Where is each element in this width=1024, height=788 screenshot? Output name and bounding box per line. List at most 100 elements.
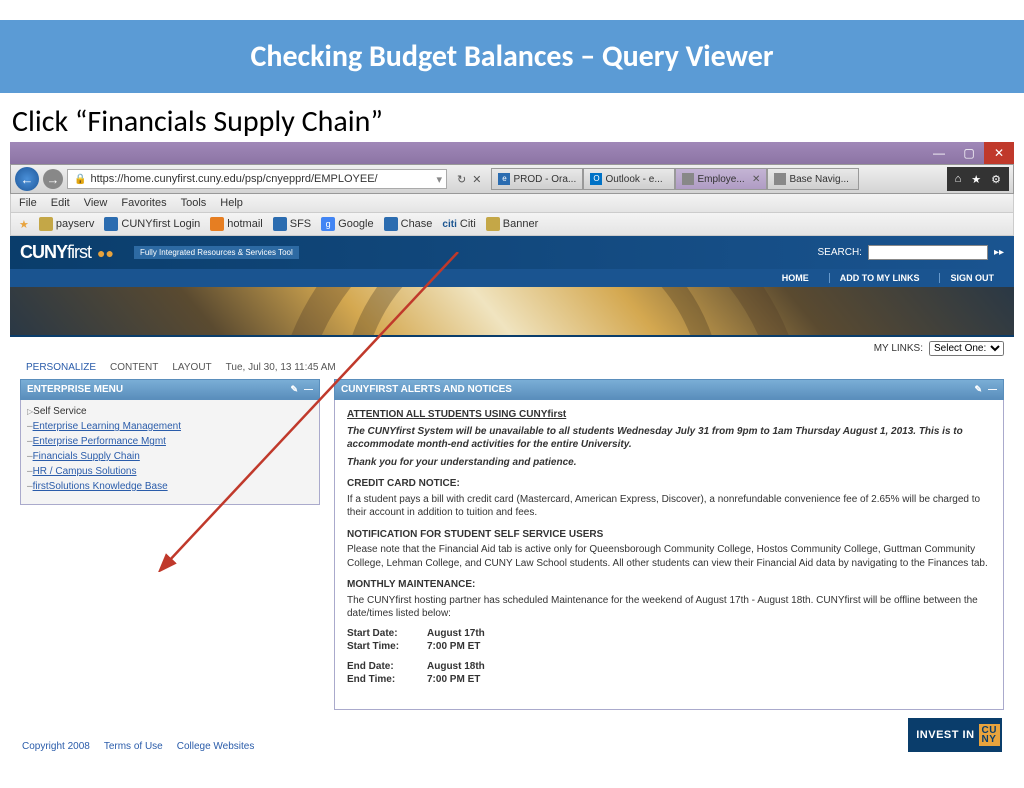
nav-addlinks[interactable]: ADD TO MY LINKS (829, 273, 930, 283)
notices-body: ATTENTION ALL STUDENTS USING CUNYfirst T… (334, 400, 1004, 710)
url-text: https://home.cunyfirst.cuny.edu/psp/cnye… (90, 173, 377, 185)
menu-epm[interactable]: Enterprise Performance Mgmt (27, 434, 313, 449)
home-icon[interactable]: ⌂ (955, 173, 962, 185)
bookmarks-bar: ★ payserv CUNYfirst Login hotmail SFS gG… (10, 213, 1014, 236)
search-label: SEARCH: (818, 247, 862, 258)
banner-image (10, 287, 1014, 337)
menu-elm[interactable]: Enterprise Learning Management (27, 419, 313, 434)
page-icon (774, 173, 786, 185)
url-actions: ↻ ✕ (451, 173, 487, 186)
cc-body: If a student pays a bill with credit car… (347, 493, 991, 520)
favicon (210, 217, 224, 231)
notices-panel: CUNYFIRST ALERTS AND NOTICES ✎ — ATTENTIO… (334, 379, 1004, 710)
mm-body: The CUNYfirst hosting partner has schedu… (347, 594, 991, 621)
refresh-icon[interactable]: ↻ (457, 173, 466, 186)
panel-collapse-icon[interactable]: — (304, 384, 313, 395)
menu-firstsolutions[interactable]: firstSolutions Knowledge Base (27, 479, 313, 494)
bm-cunyfirst[interactable]: CUNYfirst Login (104, 217, 200, 231)
forward-button[interactable]: → (43, 169, 63, 189)
enterprise-menu-panel: ENTERPRISE MENU ✎— Self Service Enterpri… (20, 379, 320, 710)
ss-title: NOTIFICATION FOR STUDENT SELF SERVICE US… (347, 528, 991, 542)
settings-icon[interactable]: ⚙ (991, 173, 1001, 186)
slide-instruction: Click “Financials Supply Chain” (0, 93, 1024, 142)
footer-links: Copyright 2008 Terms of Use College Webs… (22, 741, 254, 752)
panel-edit-icon[interactable]: ✎ (290, 384, 298, 395)
tab-content[interactable]: CONTENT (110, 362, 158, 373)
minimize-button[interactable]: — (924, 142, 954, 164)
favicon (104, 217, 118, 231)
menu-body: Self Service Enterprise Learning Managem… (20, 400, 320, 505)
content-row: ENTERPRISE MENU ✎— Self Service Enterpri… (10, 375, 1014, 714)
logo-dots-icon: ●● (97, 245, 114, 261)
mylinks-select[interactable]: Select One: (929, 341, 1004, 356)
notice-heading: ATTENTION ALL STUDENTS USING CUNYfirst (347, 408, 991, 422)
nav-signout[interactable]: SIGN OUT (939, 273, 1004, 283)
search-area: SEARCH: ▸▸ (818, 245, 1005, 260)
bm-chase[interactable]: Chase (384, 217, 433, 231)
notice-thanks: Thank you for your understanding and pat… (347, 456, 991, 470)
stop-icon[interactable]: ✕ (472, 173, 481, 186)
google-icon: g (321, 217, 335, 231)
browser-window: — ▢ ✕ ← → 🔒 https://home.cunyfirst.cuny.… (10, 142, 1014, 714)
bm-citi[interactable]: citiCiti (442, 218, 475, 230)
bm-banner[interactable]: Banner (486, 217, 538, 231)
maint-dates-end: End Date:August 18th End Time:7:00 PM ET (347, 660, 991, 687)
panel-collapse-icon[interactable]: — (988, 384, 997, 395)
favicon (39, 217, 53, 231)
menu-edit[interactable]: Edit (51, 197, 70, 209)
back-button[interactable]: ← (15, 167, 39, 191)
menu-financials-supply-chain[interactable]: Financials Supply Chain (27, 449, 313, 464)
mylinks-row: MY LINKS: Select One: (10, 337, 1014, 360)
tab-employee[interactable]: Employe...✕ (675, 168, 767, 190)
tab-prod[interactable]: ePROD - Ora... (491, 168, 583, 190)
cuny-header: CUNYfirst ●● Fully Integrated Resources … (10, 236, 1014, 269)
panel-title: CUNYFIRST ALERTS AND NOTICES (341, 384, 512, 395)
nav-home[interactable]: HOME (772, 273, 819, 283)
favorites-icon[interactable]: ★ (971, 173, 981, 186)
layout-tabs: PERSONALIZE CONTENT LAYOUT Tue, Jul 30, … (10, 360, 1014, 375)
tab-outlook[interactable]: OOutlook - e... (583, 168, 675, 190)
footer-websites[interactable]: College Websites (177, 741, 255, 752)
notice-maint-text: The CUNYfirst System will be unavailable… (347, 425, 991, 452)
bm-sfs[interactable]: SFS (273, 217, 311, 231)
footer-terms[interactable]: Terms of Use (104, 741, 163, 752)
menu-favorites[interactable]: Favorites (121, 197, 166, 209)
menu-bar: File Edit View Favorites Tools Help (10, 194, 1014, 213)
panel-edit-icon[interactable]: ✎ (974, 384, 982, 395)
slide-title: Checking Budget Balances – Query Viewer (0, 20, 1024, 93)
maximize-button[interactable]: ▢ (954, 142, 984, 164)
menu-help[interactable]: Help (220, 197, 243, 209)
search-go-icon[interactable]: ▸▸ (994, 247, 1004, 258)
datetime: Tue, Jul 30, 13 11:45 AM (226, 362, 336, 373)
menu-tools[interactable]: Tools (181, 197, 207, 209)
favicon (384, 217, 398, 231)
bm-payserv[interactable]: payserv (39, 217, 95, 231)
menu-hr-campus[interactable]: HR / Campus Solutions (27, 464, 313, 479)
tab-close-icon[interactable]: ✕ (752, 174, 760, 185)
search-input[interactable] (868, 245, 988, 260)
footer: Copyright 2008 Terms of Use College Webs… (0, 718, 1024, 752)
bm-hotmail[interactable]: hotmail (210, 217, 262, 231)
dropdown-icon[interactable]: ▾ (436, 173, 442, 186)
menu-view[interactable]: View (84, 197, 108, 209)
toolbar-right: ⌂ ★ ⚙ (947, 167, 1009, 191)
close-button[interactable]: ✕ (984, 142, 1014, 164)
ie-icon: e (498, 173, 510, 185)
favicon (486, 217, 500, 231)
menu-self-service[interactable]: Self Service (27, 404, 313, 419)
tab-layout[interactable]: LAYOUT (172, 362, 211, 373)
menu-file[interactable]: File (19, 197, 37, 209)
bm-google[interactable]: gGoogle (321, 217, 373, 231)
tab-basenav[interactable]: Base Navig... (767, 168, 859, 190)
url-bar[interactable]: 🔒 https://home.cunyfirst.cuny.edu/psp/cn… (67, 169, 447, 189)
tab-personalize[interactable]: PERSONALIZE (26, 362, 96, 373)
tagline: Fully Integrated Resources & Services To… (134, 246, 299, 259)
invest-in-cuny-logo: INVEST IN CUNY (908, 718, 1002, 752)
footer-copyright[interactable]: Copyright 2008 (22, 741, 90, 752)
ss-body: Please note that the Financial Aid tab i… (347, 543, 991, 570)
window-controls: — ▢ ✕ (10, 142, 1014, 164)
tabs-row: ePROD - Ora... OOutlook - e... Employe..… (491, 168, 942, 190)
panel-header: CUNYFIRST ALERTS AND NOTICES ✎ — (334, 379, 1004, 400)
star-icon[interactable]: ★ (19, 218, 29, 231)
cc-title: CREDIT CARD NOTICE: (347, 477, 991, 491)
